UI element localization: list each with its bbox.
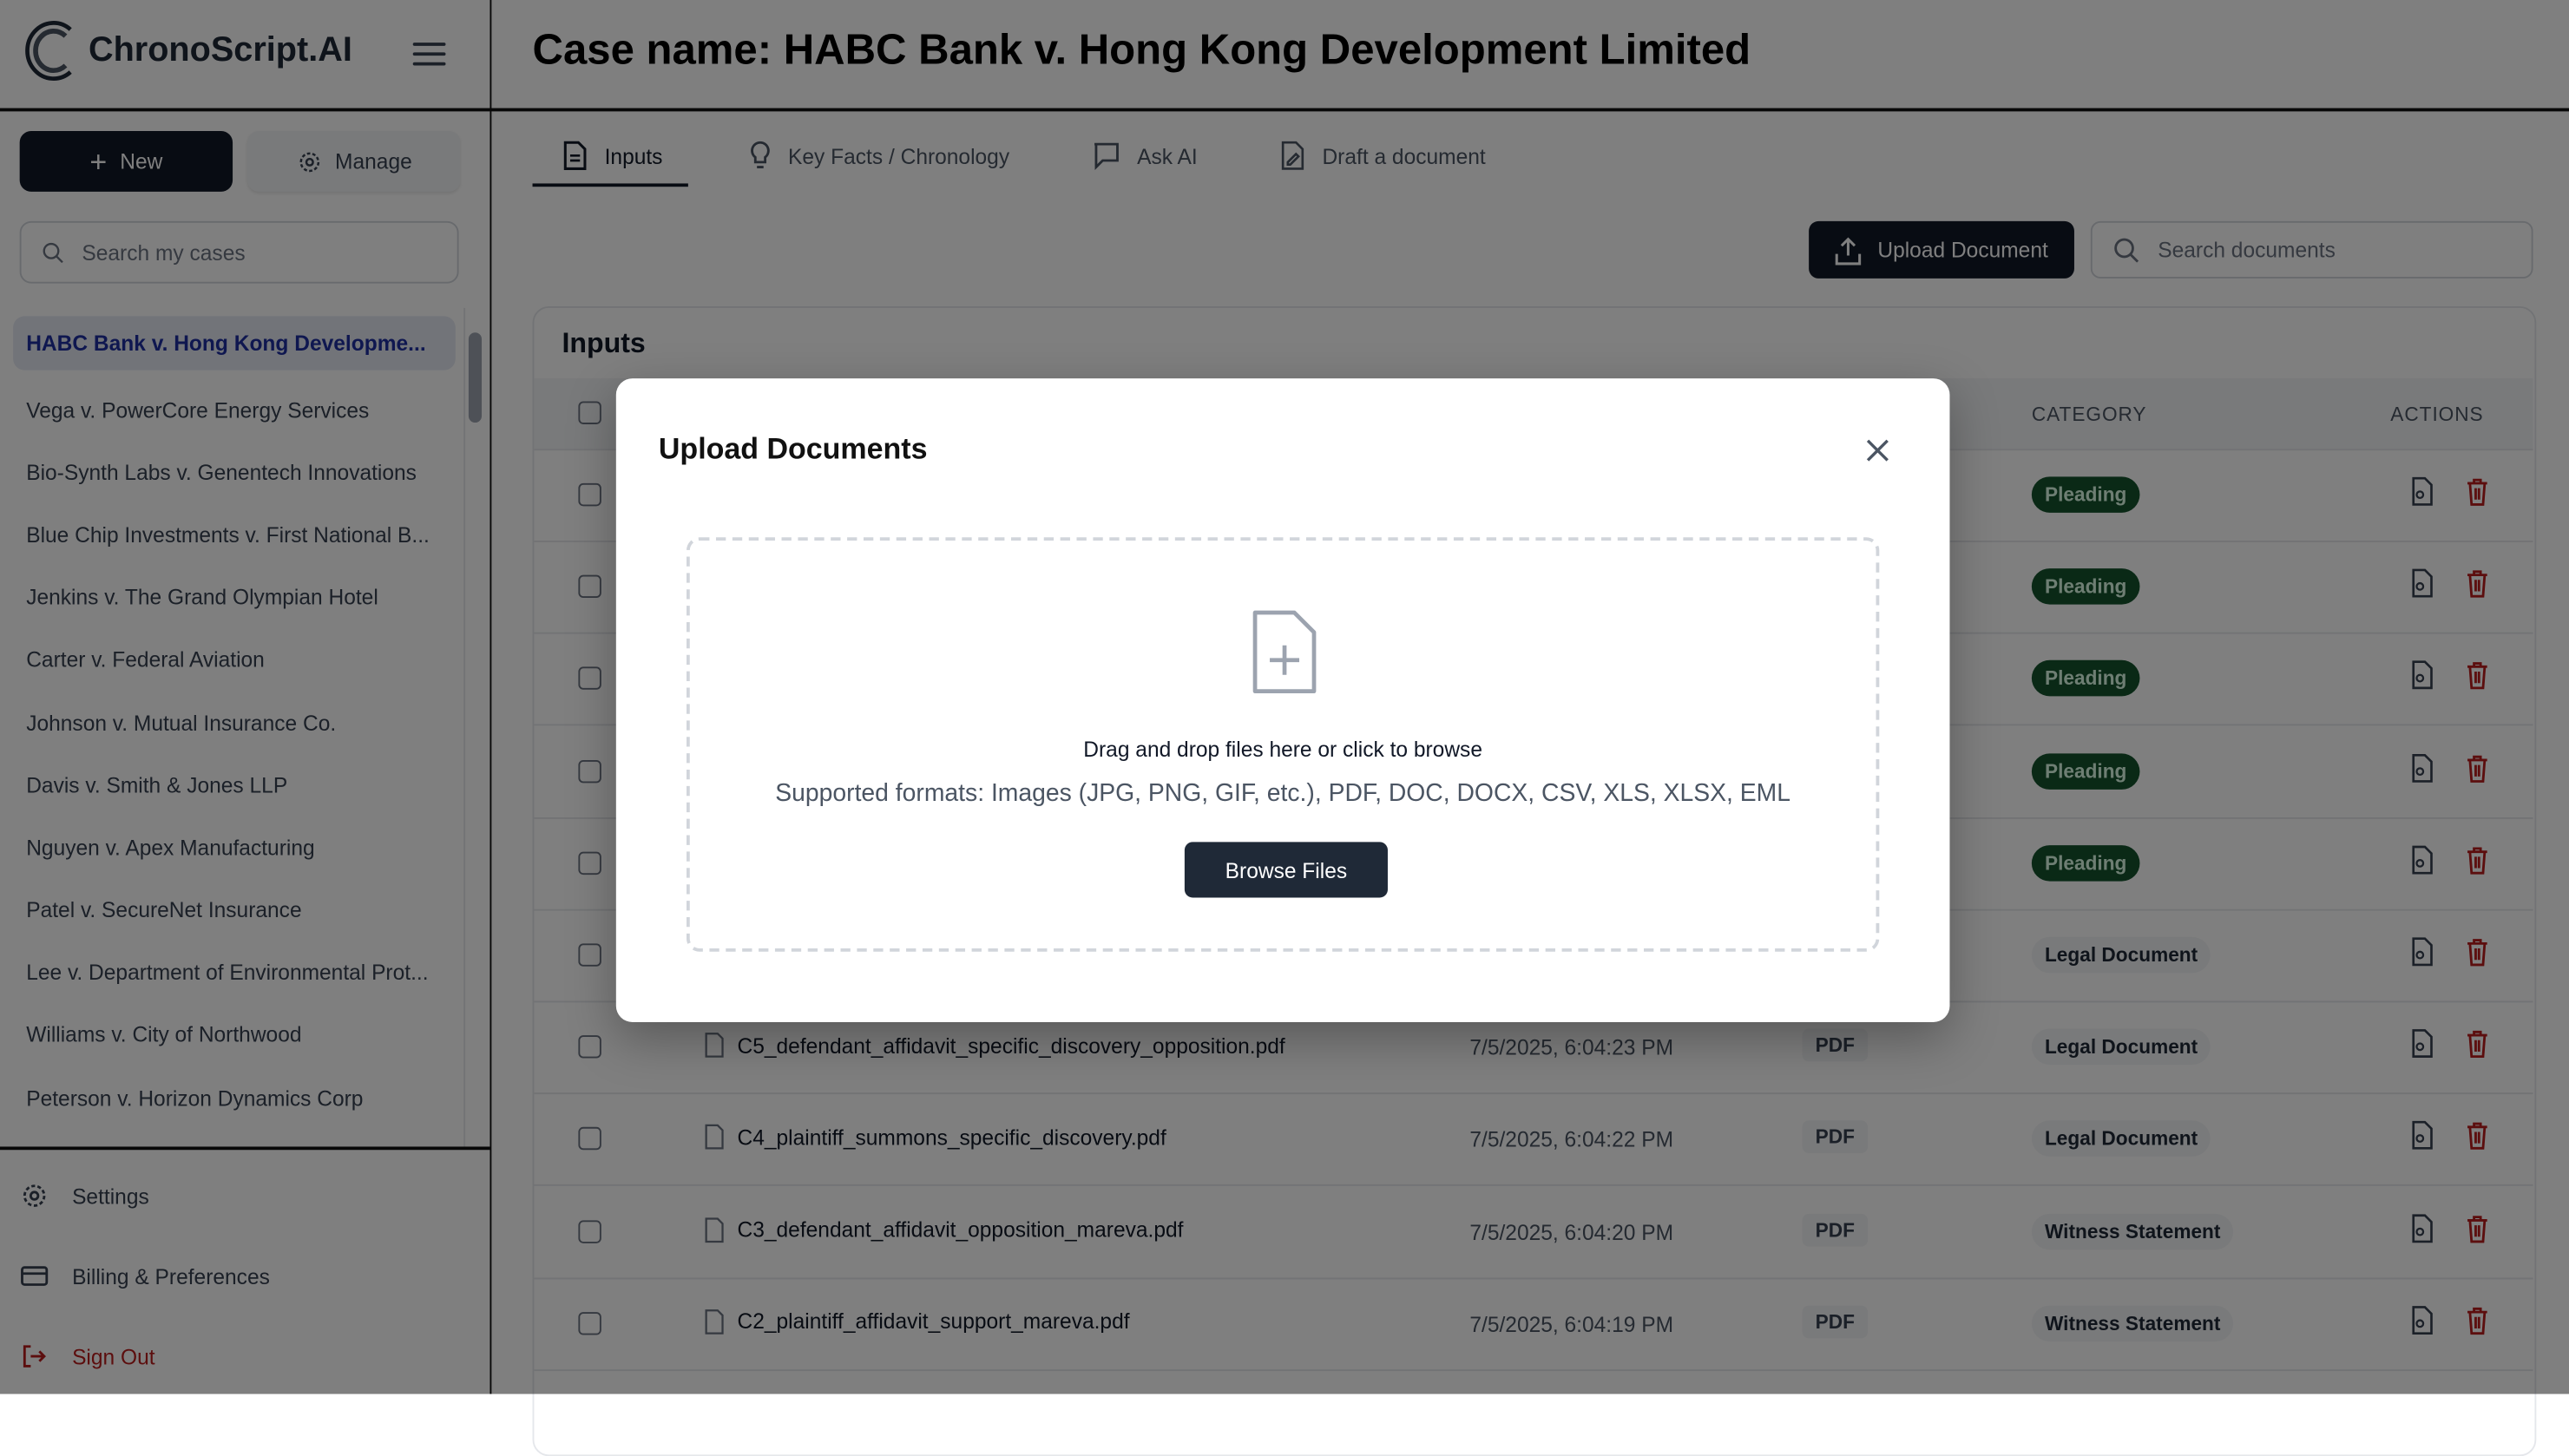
file-drop-zone[interactable]: Drag and drop files here or click to bro… [686,537,1880,952]
upload-documents-modal: Upload Documents Drag and drop files her… [615,378,1950,1022]
supported-formats: Supported formats: Images (JPG, PNG, GIF… [775,779,1791,808]
drop-instructions: Drag and drop files here or click to bro… [1083,737,1482,762]
browse-files-button[interactable]: Browse Files [1184,842,1388,898]
modal-title: Upload Documents [658,432,928,466]
file-add-icon [1252,610,1317,694]
close-icon[interactable] [1862,434,1895,467]
